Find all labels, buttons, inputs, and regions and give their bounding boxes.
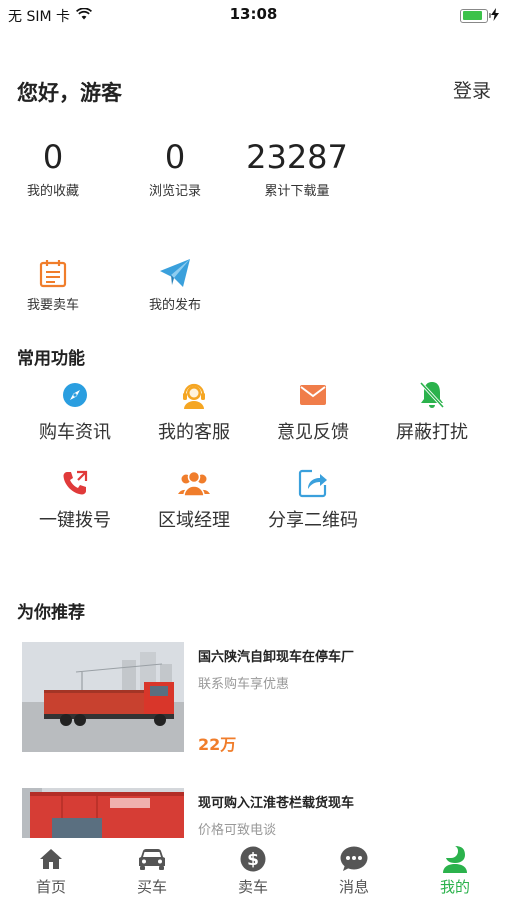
tab-label: 买车 xyxy=(136,878,167,896)
stat-label: 我的收藏 xyxy=(26,184,79,199)
tab-messages[interactable]: 消息 xyxy=(309,844,399,897)
charging-icon xyxy=(491,6,499,25)
news-button[interactable]: 购车资讯 xyxy=(15,378,135,444)
mail-icon xyxy=(253,378,373,412)
calendar-icon xyxy=(8,256,98,290)
greeting-text: 您好，游客 xyxy=(17,81,122,105)
sell-car-button[interactable]: 我要卖车 xyxy=(8,256,98,313)
tab-label: 消息 xyxy=(338,878,369,896)
stat-value: 0 xyxy=(42,138,64,176)
tab-home[interactable]: 首页 xyxy=(6,844,96,897)
stat-label: 浏览记录 xyxy=(148,184,201,199)
quick-action-label: 我要卖车 xyxy=(26,298,79,313)
share-qrcode-button[interactable]: 分享二维码 xyxy=(253,466,373,532)
customer-service-button[interactable]: 我的客服 xyxy=(134,378,254,444)
car-icon xyxy=(107,844,197,874)
stat-value: 0 xyxy=(164,138,186,176)
function-label: 区域经理 xyxy=(158,510,230,531)
group-icon xyxy=(134,466,254,500)
function-label: 一键拨号 xyxy=(39,510,111,531)
recommend-card[interactable]: 国六陕汽自卸现车在停车厂 联系购车享优惠 22万 xyxy=(22,642,492,760)
paper-plane-icon xyxy=(130,256,220,290)
recommend-subtitle: 联系购车享优惠 xyxy=(198,677,290,692)
one-click-dial-button[interactable]: 一键拨号 xyxy=(15,466,135,532)
tab-mine[interactable]: 我的 xyxy=(410,844,500,897)
status-bar-right xyxy=(460,6,499,25)
battery-fill xyxy=(462,11,483,20)
regional-manager-button[interactable]: 区域经理 xyxy=(134,466,254,532)
truck-photo xyxy=(22,642,184,752)
headset-icon xyxy=(134,378,254,412)
function-label: 屏蔽打扰 xyxy=(396,422,468,443)
recommend-subtitle: 价格可致电谈 xyxy=(198,823,277,838)
share-icon xyxy=(253,466,373,500)
stat-value: 23287 xyxy=(246,138,348,176)
stat-downloads: 23287 累计下载量 xyxy=(245,138,349,199)
functions-section-title: 常用功能 xyxy=(17,349,85,369)
tab-label: 我的 xyxy=(439,878,470,896)
tab-label: 首页 xyxy=(35,878,66,896)
compass-icon xyxy=(15,378,135,412)
block-disturb-button[interactable]: 屏蔽打扰 xyxy=(372,378,492,444)
phone-icon xyxy=(15,466,135,500)
bell-off-icon xyxy=(372,378,492,412)
svg-text:$: $ xyxy=(247,850,259,870)
quick-action-label: 我的发布 xyxy=(148,298,201,313)
tab-label: 卖车 xyxy=(237,878,268,896)
tab-bar: 首页 买车 $ 卖车 消息 我的 xyxy=(0,838,507,900)
function-label: 我的客服 xyxy=(158,422,230,443)
function-label: 意见反馈 xyxy=(277,422,349,443)
stat-favorites[interactable]: 0 我的收藏 xyxy=(20,138,86,199)
recommend-section-title: 为你推荐 xyxy=(17,603,85,623)
feedback-button[interactable]: 意见反馈 xyxy=(253,378,373,444)
user-icon xyxy=(410,844,500,874)
status-time: 13:08 xyxy=(229,5,278,23)
recommend-title: 国六陕汽自卸现车在停车厂 xyxy=(198,650,355,665)
my-posts-button[interactable]: 我的发布 xyxy=(130,256,220,313)
stat-history[interactable]: 0 浏览记录 xyxy=(142,138,208,199)
status-bar: 无 SIM 卡 13:08 xyxy=(0,0,507,28)
chat-icon xyxy=(309,844,399,874)
stat-label: 累计下载量 xyxy=(264,184,330,199)
function-label: 分享二维码 xyxy=(268,510,358,531)
battery-icon xyxy=(460,8,491,23)
recommend-title: 现可购入江淮苍栏载货现车 xyxy=(198,796,355,811)
tab-buy-car[interactable]: 买车 xyxy=(107,844,197,897)
login-button[interactable]: 登录 xyxy=(453,76,491,103)
tab-sell-car[interactable]: $ 卖车 xyxy=(208,844,298,897)
dollar-icon: $ xyxy=(208,844,298,874)
recommend-price: 22万 xyxy=(198,735,237,754)
function-label: 购车资讯 xyxy=(39,422,111,443)
home-icon xyxy=(6,844,96,874)
